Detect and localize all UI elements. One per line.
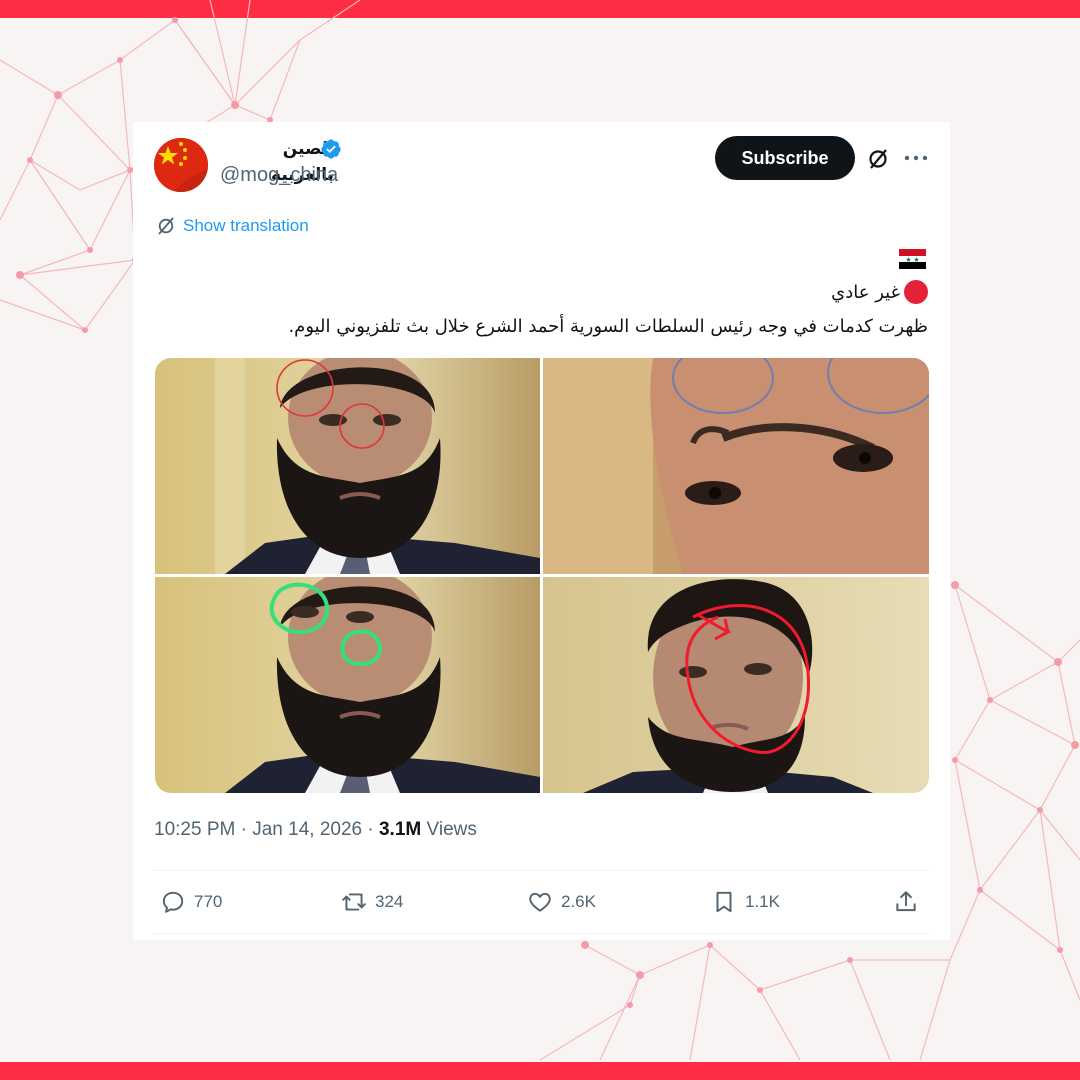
retweet-count: 324 — [375, 892, 404, 911]
tweet-meta: 10:25 PM · Jan 14, 2026 · 3.1M Views — [154, 819, 477, 841]
media-image-2[interactable] — [543, 358, 929, 574]
meta-separator: · — [240, 819, 247, 840]
tweet-card: الصين بالعربية @mog_china Subscribe Show… — [133, 122, 950, 940]
verified-badge-icon — [321, 139, 341, 159]
media-image-3[interactable] — [155, 577, 540, 793]
handle[interactable]: @mog_china — [220, 164, 338, 187]
reply-icon — [162, 891, 184, 913]
bookmark-count: 1.1K — [745, 892, 780, 911]
display-name[interactable]: الصين بالعربية — [219, 136, 334, 185]
media-image-4[interactable] — [543, 577, 929, 793]
reply-count: 770 — [194, 892, 223, 911]
media-image-1[interactable] — [155, 358, 540, 574]
show-translation-label: Show translation — [183, 216, 309, 235]
like-button[interactable]: 2.6K — [527, 887, 596, 917]
retweet-button[interactable]: 324 — [341, 887, 403, 917]
tweet-date[interactable]: Jan 14, 2026 — [252, 819, 362, 840]
red-circle-icon — [904, 280, 928, 304]
divider — [154, 933, 929, 934]
retweet-icon — [342, 893, 366, 911]
views-count: 3.1M — [378, 819, 422, 840]
views-label: Views — [426, 819, 477, 840]
share-button[interactable] — [893, 887, 919, 917]
grok-icon[interactable] — [866, 147, 890, 171]
divider — [154, 870, 929, 871]
like-count: 2.6K — [561, 892, 596, 911]
tweet-status-text: غير عادي — [831, 281, 900, 303]
bookmark-button[interactable]: 1.1K — [711, 887, 780, 917]
subscribe-button[interactable]: Subscribe — [715, 136, 855, 180]
share-icon — [896, 891, 916, 912]
media-grid[interactable] — [155, 358, 929, 793]
tweet-status-line: غير عادي — [831, 280, 928, 304]
show-translation-link[interactable]: Show translation — [156, 214, 309, 238]
bookmark-icon — [716, 891, 732, 913]
syria-flag-icon — [899, 249, 926, 270]
translate-icon — [158, 217, 174, 235]
reply-button[interactable]: 770 — [160, 887, 222, 917]
more-options-icon[interactable] — [903, 146, 929, 170]
meta-separator: · — [367, 819, 374, 840]
avatar[interactable] — [154, 138, 208, 192]
tweet-time[interactable]: 10:25 PM — [154, 819, 235, 840]
heart-icon — [529, 892, 551, 912]
china-flag-avatar-icon — [154, 138, 208, 192]
tweet-body-text: ظهرت كدمات في وجه رئيس السلطات السورية أ… — [288, 316, 928, 337]
